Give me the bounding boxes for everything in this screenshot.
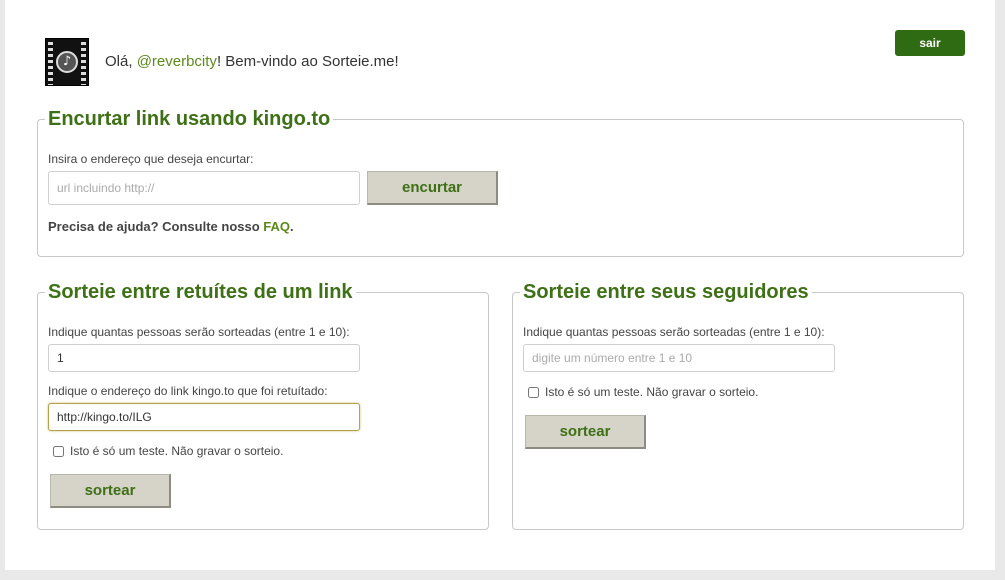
followers-count-label: Indique quantas pessoas serão sorteadas … bbox=[523, 325, 825, 339]
retweets-section-title: Sorteie entre retuítes de um link bbox=[48, 281, 353, 303]
retweets-link-label: Indique o endereço do link kingo.to que … bbox=[48, 384, 328, 398]
shorten-button[interactable]: encurtar bbox=[367, 171, 498, 205]
retweets-raffle-button[interactable]: sortear bbox=[50, 474, 171, 508]
retweets-link-input[interactable] bbox=[48, 403, 360, 431]
followers-count-input[interactable] bbox=[523, 344, 835, 372]
retweets-count-input[interactable] bbox=[48, 344, 360, 372]
shorten-section-title: Encurtar link usando kingo.to bbox=[48, 108, 331, 130]
shorten-url-input[interactable] bbox=[48, 171, 360, 205]
shorten-url-label: Insira o endereço que deseja encurtar: bbox=[48, 152, 254, 166]
retweets-test-checkbox[interactable] bbox=[53, 445, 64, 457]
faq-link[interactable]: FAQ bbox=[263, 219, 290, 234]
retweets-count-label: Indique quantas pessoas serão sorteadas … bbox=[48, 325, 350, 339]
help-text: Precisa de ajuda? Consulte nosso FAQ. bbox=[48, 219, 294, 234]
greeting-prefix: Olá, bbox=[105, 53, 137, 70]
followers-section-title: Sorteie entre seus seguidores bbox=[523, 281, 809, 303]
followers-test-label: Isto é só um teste. Não gravar o sorteio… bbox=[545, 385, 759, 399]
film-strip-left bbox=[48, 39, 53, 85]
logout-button[interactable]: sair bbox=[895, 30, 965, 56]
retweets-test-label: Isto é só um teste. Não gravar o sorteio… bbox=[70, 444, 284, 458]
avatar: ♪ bbox=[45, 38, 89, 86]
music-note-icon: ♪ bbox=[56, 51, 78, 73]
film-strip-right bbox=[81, 39, 86, 85]
followers-test-checkbox-row[interactable]: Isto é só um teste. Não gravar o sorteio… bbox=[528, 385, 758, 399]
page: ♪ Olá, @reverbcity! Bem-vindo ao Sorteie… bbox=[5, 0, 995, 570]
help-prefix: Precisa de ajuda? Consulte nosso bbox=[48, 219, 264, 234]
retweets-test-checkbox-row[interactable]: Isto é só um teste. Não gravar o sorteio… bbox=[53, 444, 283, 458]
username-link[interactable]: @reverbcity bbox=[137, 53, 217, 70]
followers-test-checkbox[interactable] bbox=[528, 386, 539, 398]
greeting-suffix: ! Bem-vindo ao Sorteie.me! bbox=[216, 53, 399, 70]
welcome-message: Olá, @reverbcity! Bem-vindo ao Sorteie.m… bbox=[105, 53, 399, 70]
help-suffix: . bbox=[290, 219, 294, 234]
followers-raffle-section: Sorteie entre seus seguidores bbox=[512, 281, 964, 530]
followers-raffle-button[interactable]: sortear bbox=[525, 415, 646, 449]
